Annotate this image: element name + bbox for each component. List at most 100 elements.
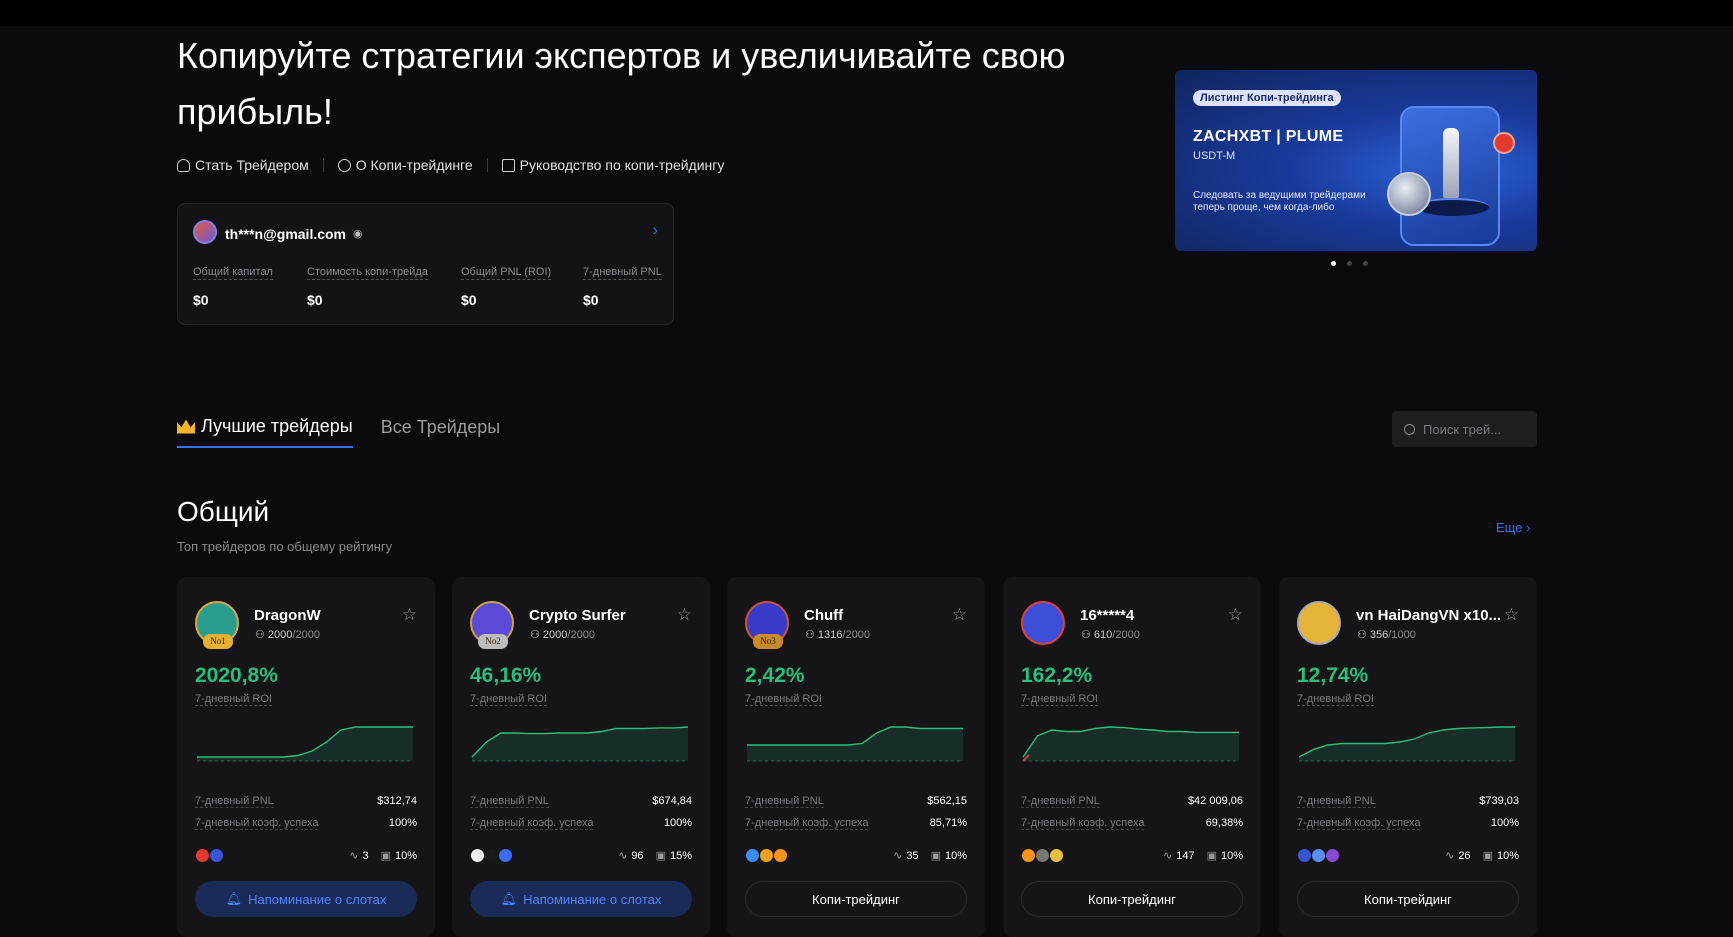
carousel-dots xyxy=(1331,261,1368,266)
button-label: Копи-трейдинг xyxy=(812,891,900,907)
coin-icon xyxy=(209,848,224,863)
trades-value: 147 xyxy=(1176,850,1195,862)
trade-meta: ∿ 3 ▣ 10% xyxy=(349,849,417,862)
share-value: 15% xyxy=(669,850,692,862)
star-icon[interactable]: ☆ xyxy=(677,605,692,625)
sparkline xyxy=(1298,726,1515,762)
more-label: Еще xyxy=(1496,520,1523,535)
profit-share: ▣ 10% xyxy=(931,849,967,862)
trader-name[interactable]: 16*****4 xyxy=(1080,607,1230,624)
search-input[interactable] xyxy=(1423,421,1533,437)
tab-label: Все Трейдеры xyxy=(380,417,501,437)
trader-card[interactable]: 16*****4 ⚇ 610/2000 ☆ 162,2% 7-дневный R… xyxy=(1003,577,1261,937)
pnl-row: 7-дневный PNL $562,15 xyxy=(745,795,967,808)
coin-icon xyxy=(1311,848,1326,863)
more-link[interactable]: Еще › xyxy=(1496,520,1530,535)
followers-value: 1316 xyxy=(817,629,843,641)
followers-value: 610 xyxy=(1093,629,1113,641)
stat-value: $0 xyxy=(307,292,323,308)
pnl-value: $562,15 xyxy=(927,795,967,807)
share-value: 10% xyxy=(394,850,417,862)
trader-card[interactable]: vn HaiDangVN x10... ⚇ 356/1000 ☆ 12,74% … xyxy=(1279,577,1537,937)
page-title: Копируйте стратегии экспертов и увеличив… xyxy=(177,35,1066,132)
rank-badge: No3 xyxy=(753,634,783,649)
trades-count: ∿ 147 xyxy=(1163,849,1195,862)
trader-card[interactable]: No2 Crypto Surfer ⚇ 2000/2000 ☆ 46,16% 7… xyxy=(452,577,710,937)
bell-icon: 🔔︎ xyxy=(225,891,243,906)
winrate-label: 7-дневный коэф. успеха xyxy=(745,817,869,830)
trader-name[interactable]: vn HaiDangVN x10... xyxy=(1356,607,1506,624)
become-trader-link[interactable]: Стать Трейдером xyxy=(177,157,309,173)
slot-reminder-button[interactable]: 🔔︎ Напоминание о слотах xyxy=(470,881,692,917)
star-icon[interactable]: ☆ xyxy=(402,605,417,625)
star-icon[interactable]: ☆ xyxy=(1228,605,1243,625)
followers-max: /2000 xyxy=(292,629,320,641)
followers-max: /2000 xyxy=(1112,629,1140,641)
tab-all-traders[interactable]: Все Трейдеры xyxy=(381,416,501,448)
winrate-value: 100% xyxy=(663,817,692,829)
pnl-value: $739,03 xyxy=(1479,795,1519,807)
followers-max: /1000 xyxy=(1388,629,1416,641)
activity-icon: ∿ xyxy=(893,850,903,862)
tab-top-traders[interactable]: Лучшие трейдеры xyxy=(177,416,353,448)
trader-card[interactable]: No3 Chuff ⚇ 1316/2000 ☆ 2,42% 7-дневный … xyxy=(727,577,985,937)
star-icon[interactable]: ☆ xyxy=(952,605,967,625)
trade-meta: ∿ 26 ▣ 10% xyxy=(1445,849,1519,862)
search-box[interactable] xyxy=(1392,411,1537,447)
pnl-label: 7-дневный PNL xyxy=(1021,795,1100,808)
share-value: 10% xyxy=(1496,850,1519,862)
copy-trade-button[interactable]: Копи-трейдинг xyxy=(745,881,967,917)
promo-banner[interactable]: Листинг Копи-трейдинга ZACHXBT | PLUME U… xyxy=(1175,70,1537,251)
slot-reminder-button[interactable]: 🔔︎ Напоминание о слотах xyxy=(195,881,417,917)
trader-card[interactable]: No1 DragonW ⚇ 2000/2000 ☆ 2020,8% 7-днев… xyxy=(177,577,435,937)
carousel-dot[interactable] xyxy=(1331,261,1336,266)
star-icon[interactable]: ☆ xyxy=(1504,605,1519,625)
trades-value: 26 xyxy=(1458,850,1471,862)
winrate-label: 7-дневный коэф. успеха xyxy=(470,817,594,830)
trader-name[interactable]: Crypto Surfer xyxy=(529,607,679,624)
followers-count: ⚇ 610/2000 xyxy=(1081,628,1140,641)
bell-icon: 🔔︎ xyxy=(500,891,518,906)
account-card[interactable]: th***n@gmail.com ◉ › Общий капитал $0 Сто… xyxy=(177,203,674,325)
trades-count: ∿ 26 xyxy=(1445,849,1470,862)
guide-link[interactable]: Руководство по копи-трейдингу xyxy=(501,157,724,173)
followers-value: 356 xyxy=(1369,629,1389,641)
coin-icon xyxy=(1021,848,1036,863)
sparkline xyxy=(1022,726,1239,762)
trades-count: ∿ 35 xyxy=(893,849,918,862)
trades-count: ∿ 96 xyxy=(618,849,643,862)
followers-value: 2000 xyxy=(542,629,568,641)
user-icon: ⚇ xyxy=(805,629,818,641)
pnl-label: 7-дневный PNL xyxy=(195,795,274,808)
trades-value: 3 xyxy=(362,850,369,862)
guide-icon xyxy=(501,158,515,172)
coin-icon xyxy=(773,848,788,863)
stat-value: $0 xyxy=(461,292,477,308)
carousel-dot[interactable] xyxy=(1347,261,1352,266)
trader-name[interactable]: DragonW xyxy=(254,607,404,624)
avatar xyxy=(193,220,217,244)
copy-trade-button[interactable]: Копи-трейдинг xyxy=(1021,881,1243,917)
eye-icon[interactable]: ◉ xyxy=(353,227,363,240)
pnl-row: 7-дневный PNL $42 009,06 xyxy=(1021,795,1243,808)
winrate-label: 7-дневный коэф. успеха xyxy=(1021,817,1145,830)
profit-share: ▣ 10% xyxy=(1207,849,1243,862)
chevron-right-icon[interactable]: › xyxy=(653,222,658,240)
coin-icon xyxy=(1325,848,1340,863)
profit-share: ▣ 10% xyxy=(1483,849,1519,862)
winrate-value: 100% xyxy=(388,817,417,829)
sparkline xyxy=(747,726,963,762)
pnl-label: 7-дневный PNL xyxy=(745,795,824,808)
followers-count: ⚇ 2000/2000 xyxy=(530,628,595,641)
stat-7d-pnl: 7-дневный PNL $0 xyxy=(583,266,662,308)
about-copy-link[interactable]: О Копи-трейдинге xyxy=(337,157,473,173)
share-icon: ▣ xyxy=(930,850,941,862)
about-copy-label: О Копи-трейдинге xyxy=(355,157,473,173)
sparkline-area xyxy=(472,727,688,761)
pnl-value: $312,74 xyxy=(377,795,417,807)
share-value: 10% xyxy=(1220,850,1243,862)
copy-trade-button[interactable]: Копи-трейдинг xyxy=(1297,881,1519,917)
roi-value: 12,74% xyxy=(1297,664,1369,687)
trader-name[interactable]: Chuff xyxy=(804,607,954,624)
carousel-dot[interactable] xyxy=(1363,261,1368,266)
